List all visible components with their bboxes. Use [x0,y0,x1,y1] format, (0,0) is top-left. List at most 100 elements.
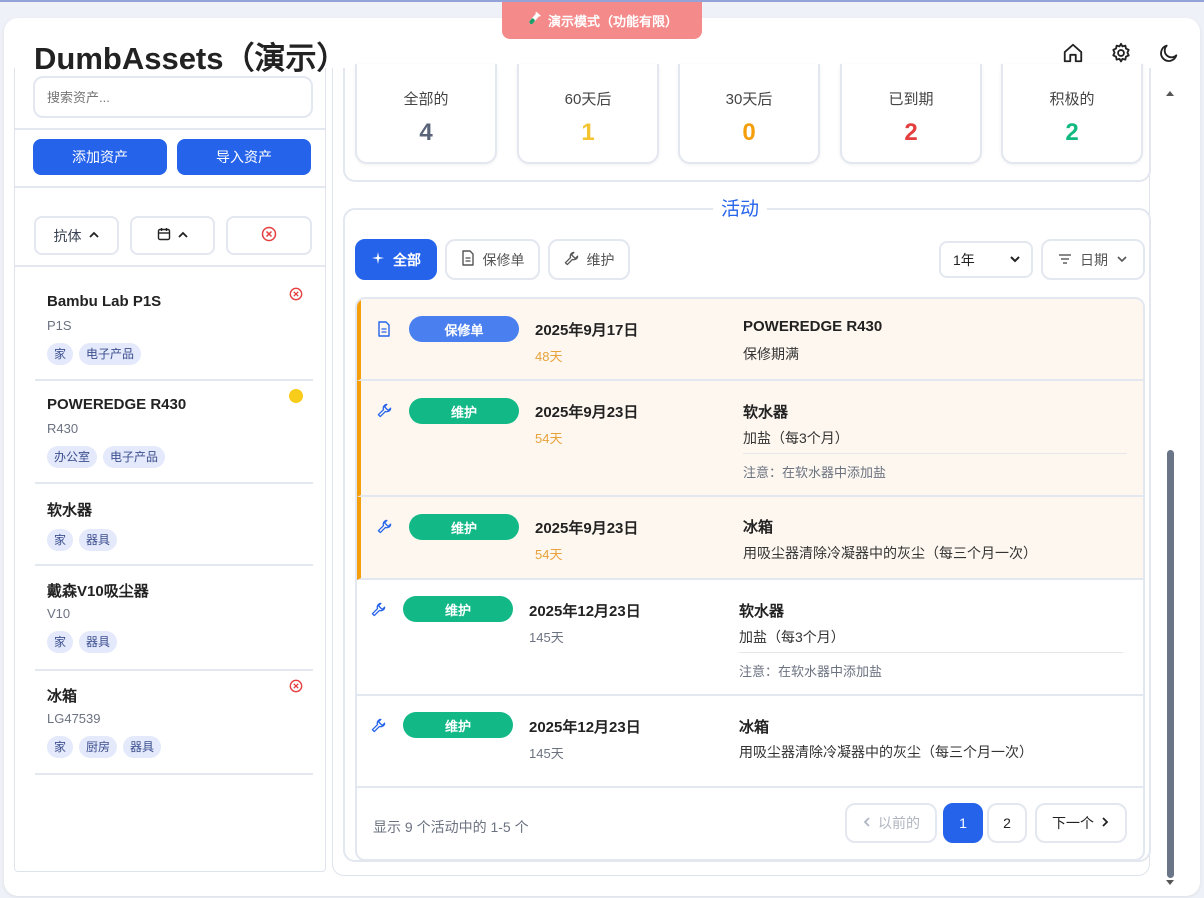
header-actions [1060,40,1182,66]
gear-icon[interactable] [1108,40,1134,66]
chevron-up-icon [177,228,189,244]
home-icon[interactable] [1060,40,1086,66]
asset-model: LG47539 [47,711,101,726]
activity-note: 注意：在软水器中添加盐 [739,664,883,679]
activity-description: 用吸尘器清除冷凝器中的灰尘（每三个月一次） [743,545,1037,561]
filter-maintenance-button[interactable]: 维护 [548,239,630,280]
note-divider [743,453,1127,454]
document-icon [377,321,395,339]
days-remaining: 54天 [535,547,563,562]
tag[interactable]: 厨房 [79,736,118,758]
filter-warranty-label: 保修单 [482,251,525,268]
asset-tags: 家 器具 [47,631,118,653]
tag[interactable]: 器具 [79,631,118,653]
activity-heading: 活动 [713,194,768,221]
maintenance-badge: 维护 [403,596,513,622]
document-icon [461,250,475,269]
scroll-up-arrow-icon[interactable] [1164,86,1176,100]
main-scrollbar[interactable] [1164,68,1176,885]
demo-mode-text: 演示模式（功能有限） [547,14,678,29]
activity-row[interactable]: 维护 2025年9月23日 54天 软水器 加盐（每3个月） 注意：在软水器中添… [357,381,1143,497]
asset-name: 软水器 [47,502,93,519]
divider [15,265,325,267]
tag[interactable]: 器具 [79,529,118,551]
stat-card-expired[interactable]: 已到期 2 [840,64,982,164]
period-value: 1年 [953,251,975,268]
asset-tags: 家 电子产品 [47,343,142,365]
sort-by-date-button[interactable] [130,216,215,255]
days-remaining: 145天 [529,746,564,761]
stat-label: 全部的 [403,91,449,108]
stat-label: 已到期 [888,91,934,108]
filter-all-button[interactable]: 全部 [355,239,437,280]
stat-card-all[interactable]: 全部的 4 [355,64,497,164]
page-button-1[interactable]: 1 [943,803,983,843]
x-circle-icon [289,679,303,693]
next-page-button[interactable]: 下一个 [1035,803,1127,843]
sort-by-name-button[interactable]: 抗体 [34,216,119,255]
wrench-icon [377,519,395,537]
tag[interactable]: 电子产品 [103,446,166,468]
stat-label: 30天后 [725,91,773,108]
search-input[interactable] [33,76,313,118]
stat-label: 积极的 [1049,91,1095,108]
tag[interactable]: 家 [47,529,74,551]
page-button-2[interactable]: 2 [987,803,1027,843]
expiring-dot-icon [289,389,303,403]
stat-card-60-days[interactable]: 60天后 1 [517,64,659,164]
chevron-right-icon [1100,815,1110,831]
asset-model: R430 [47,421,79,436]
wrench-icon [371,602,389,620]
tag[interactable]: 家 [47,343,74,365]
asset-name: POWEREDGE R430 [47,396,187,413]
tag[interactable]: 办公室 [47,446,98,468]
activity-row[interactable]: 保修单 2025年9月17日 48天 POWEREDGE R430 保修期满 [357,299,1143,381]
maintenance-badge: 维护 [409,514,519,540]
chevron-down-icon [1009,252,1021,268]
filter-maintenance-label: 维护 [586,251,615,268]
asset-model: P1S [47,318,72,333]
asset-item[interactable]: 戴森V10吸尘器 V10 家 器具 [35,566,313,671]
pagination-info: 显示 9 个活动中的 1-5 个 [373,819,529,835]
test-tube-icon [526,11,542,30]
activity-row[interactable]: 维护 2025年12月23日 145天 软水器 加盐（每3个月） 注意：在软水器… [357,580,1143,696]
tag[interactable]: 电子产品 [79,343,142,365]
stat-card-active[interactable]: 积极的 2 [1001,64,1143,164]
note-divider [739,652,1123,653]
stat-card-30-days[interactable]: 30天后 0 [678,64,820,164]
x-circle-icon [289,287,303,301]
prev-page-button[interactable]: 以前的 [845,803,937,843]
asset-item[interactable]: 软水器 家 器具 [35,484,313,566]
scroll-down-arrow-icon[interactable] [1164,876,1176,890]
days-remaining: 145天 [529,630,564,645]
stat-value: 2 [904,119,918,146]
stats-panel: 全部的 4 60天后 1 30天后 0 已到期 2 积极的 2 [343,64,1151,182]
activity-note: 注意：在软水器中添加盐 [743,465,887,480]
tag[interactable]: 家 [47,736,74,758]
asset-item[interactable]: POWEREDGE R430 R430 办公室 电子产品 [35,381,313,484]
asset-item[interactable]: 冰箱 LG47539 家 厨房 器具 [35,671,313,775]
activity-row[interactable]: 维护 2025年12月23日 145天 冰箱 用吸尘器清除冷凝器中的灰尘（每三个… [357,696,1143,788]
import-asset-button[interactable]: 导入资产 [177,139,311,175]
sort-date-button[interactable]: 日期 [1041,239,1145,280]
maintenance-badge: 维护 [403,712,513,738]
sort-name-label: 抗体 [53,227,82,244]
divider [15,186,325,188]
activity-row[interactable]: 维护 2025年9月23日 54天 冰箱 用吸尘器清除冷凝器中的灰尘（每三个月一… [357,497,1143,580]
moon-icon[interactable] [1156,40,1182,66]
filter-warranty-button[interactable]: 保修单 [445,239,540,280]
scrollbar-thumb[interactable] [1167,450,1174,878]
stat-value: 1 [581,119,595,146]
tag[interactable]: 家 [47,631,74,653]
asset-name: 冰箱 [47,688,78,705]
stat-label: 60天后 [564,91,612,108]
x-circle-icon [261,226,277,245]
asset-item[interactable]: Bambu Lab P1S P1S 家 电子产品 [35,278,313,381]
activity-description: 加盐（每3个月） [743,430,849,446]
filter-expired-button[interactable] [226,216,312,255]
add-asset-button[interactable]: 添加资产 [33,139,167,175]
activity-date: 2025年9月23日 [535,520,639,537]
warranty-badge: 保修单 [409,316,519,342]
period-select[interactable]: 1年 [939,241,1033,278]
tag[interactable]: 器具 [123,736,162,758]
